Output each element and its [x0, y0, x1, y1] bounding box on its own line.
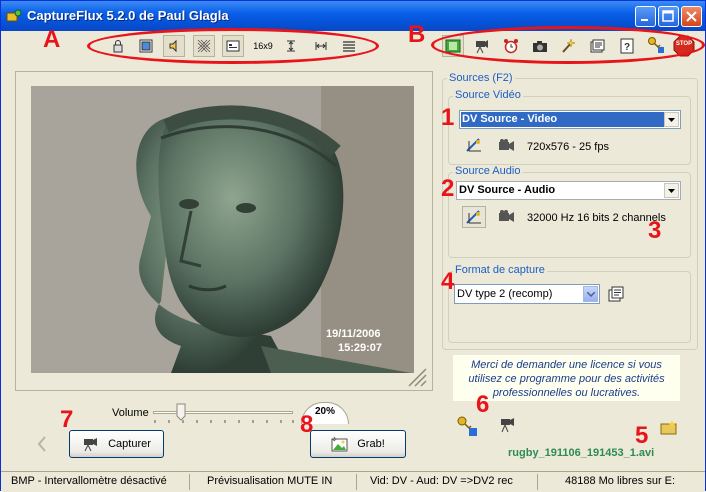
chevron-left-icon[interactable] [36, 435, 48, 453]
grab-image-icon [331, 436, 348, 452]
status-separator [356, 474, 357, 490]
video-source-value: DV Source - Video [462, 113, 558, 125]
grab-button-label: Grab! [357, 438, 385, 450]
capture-format-value: DV type 2 (recomp) [457, 288, 553, 300]
resize-grip-icon[interactable] [405, 365, 427, 387]
sources-label: Sources (F2) [447, 72, 515, 84]
annotation-label-a: A [43, 26, 61, 53]
volume-ticks [154, 420, 294, 423]
annotation-label-b: B [408, 21, 426, 48]
app-icon [6, 9, 22, 22]
capture-button-label: Capturer [108, 438, 151, 450]
output-filename[interactable]: rugby_191106_191453_1.avi [508, 447, 654, 459]
capture-window: CaptureFlux 5.2.0 de Paul Glagla 16x9 ? … [0, 0, 706, 492]
camera-tripod-icon[interactable] [499, 417, 517, 433]
window-title: CaptureFlux 5.2.0 de Paul Glagla [27, 8, 229, 23]
video-source-label: Source Vidéo [453, 89, 523, 101]
status-bar: BMP - Intervallomètre désactivé Prévisua… [1, 471, 705, 492]
audio-source-label: Source Audio [453, 165, 523, 177]
maximize-icon [662, 10, 674, 22]
maximize-button[interactable] [658, 6, 679, 27]
video-source-select[interactable]: DV Source - Video [459, 110, 681, 129]
chevron-down-icon[interactable] [664, 112, 679, 127]
audio-format-text: 32000 Hz 16 bits 2 channels [527, 212, 666, 224]
status-preview: Prévisualisation MUTE IN [207, 475, 333, 487]
video-source-group [448, 96, 691, 165]
volume-track[interactable] [153, 411, 293, 414]
audio-device-icon[interactable] [498, 210, 516, 224]
status-bmp: BMP - Intervallomètre désactivé [11, 475, 167, 487]
video-format-text: 720x576 - 25 fps [527, 141, 609, 153]
camera-tripod-icon [84, 438, 98, 452]
status-disk: 48188 Mo libres sur E: [565, 475, 676, 487]
volume-label: Volume [112, 407, 149, 419]
annotation-label-5: 5 [635, 422, 649, 449]
status-video: Vid: DV - Aud: DV =>DV2 rec [370, 475, 513, 487]
status-separator [189, 474, 190, 490]
license-key-icon[interactable] [456, 415, 478, 437]
format-properties-icon[interactable] [607, 285, 625, 303]
volume-percent-label: 20% [314, 406, 335, 417]
close-icon [686, 11, 697, 22]
annotation-label-7: 7 [60, 406, 74, 433]
audio-source-value: DV Source - Audio [459, 184, 556, 196]
annotation-label-4: 4 [441, 268, 455, 295]
close-button[interactable] [681, 6, 702, 27]
annotation-label-2: 2 [441, 175, 455, 202]
capture-format-select[interactable]: DV type 2 (recomp) [454, 284, 600, 304]
video-preview[interactable]: 19/11/2006 15:29:07 [31, 86, 414, 373]
capture-format-group [448, 271, 691, 343]
capture-format-label: Format de capture [453, 264, 547, 276]
annotation-ellipse-a [87, 28, 379, 64]
preview-date: 19/11/2006 [326, 328, 381, 340]
grab-button[interactable]: Grab! [310, 430, 406, 458]
chevron-down-icon[interactable] [664, 183, 679, 198]
open-folder-icon[interactable] [660, 419, 678, 435]
video-settings-icon[interactable] [465, 137, 483, 153]
audio-settings-button[interactable] [462, 206, 486, 228]
status-separator [537, 474, 538, 490]
minimize-button[interactable] [635, 6, 656, 27]
minimize-icon [641, 19, 648, 21]
annotation-ellipse-b [431, 26, 705, 64]
volume-slider-thumb[interactable] [176, 403, 186, 421]
audio-settings-icon [466, 210, 481, 224]
audio-source-select[interactable]: DV Source - Audio [456, 181, 681, 200]
annotation-label-3: 3 [648, 217, 662, 244]
chevron-down-icon[interactable] [583, 286, 598, 302]
annotation-label-6: 6 [476, 391, 490, 418]
video-camera-icon[interactable] [498, 139, 516, 153]
preview-time: 15:29:07 [338, 342, 383, 354]
annotation-label-1: 1 [441, 104, 455, 131]
capture-button[interactable]: Capturer [69, 430, 164, 458]
annotation-label-8: 8 [300, 411, 314, 438]
